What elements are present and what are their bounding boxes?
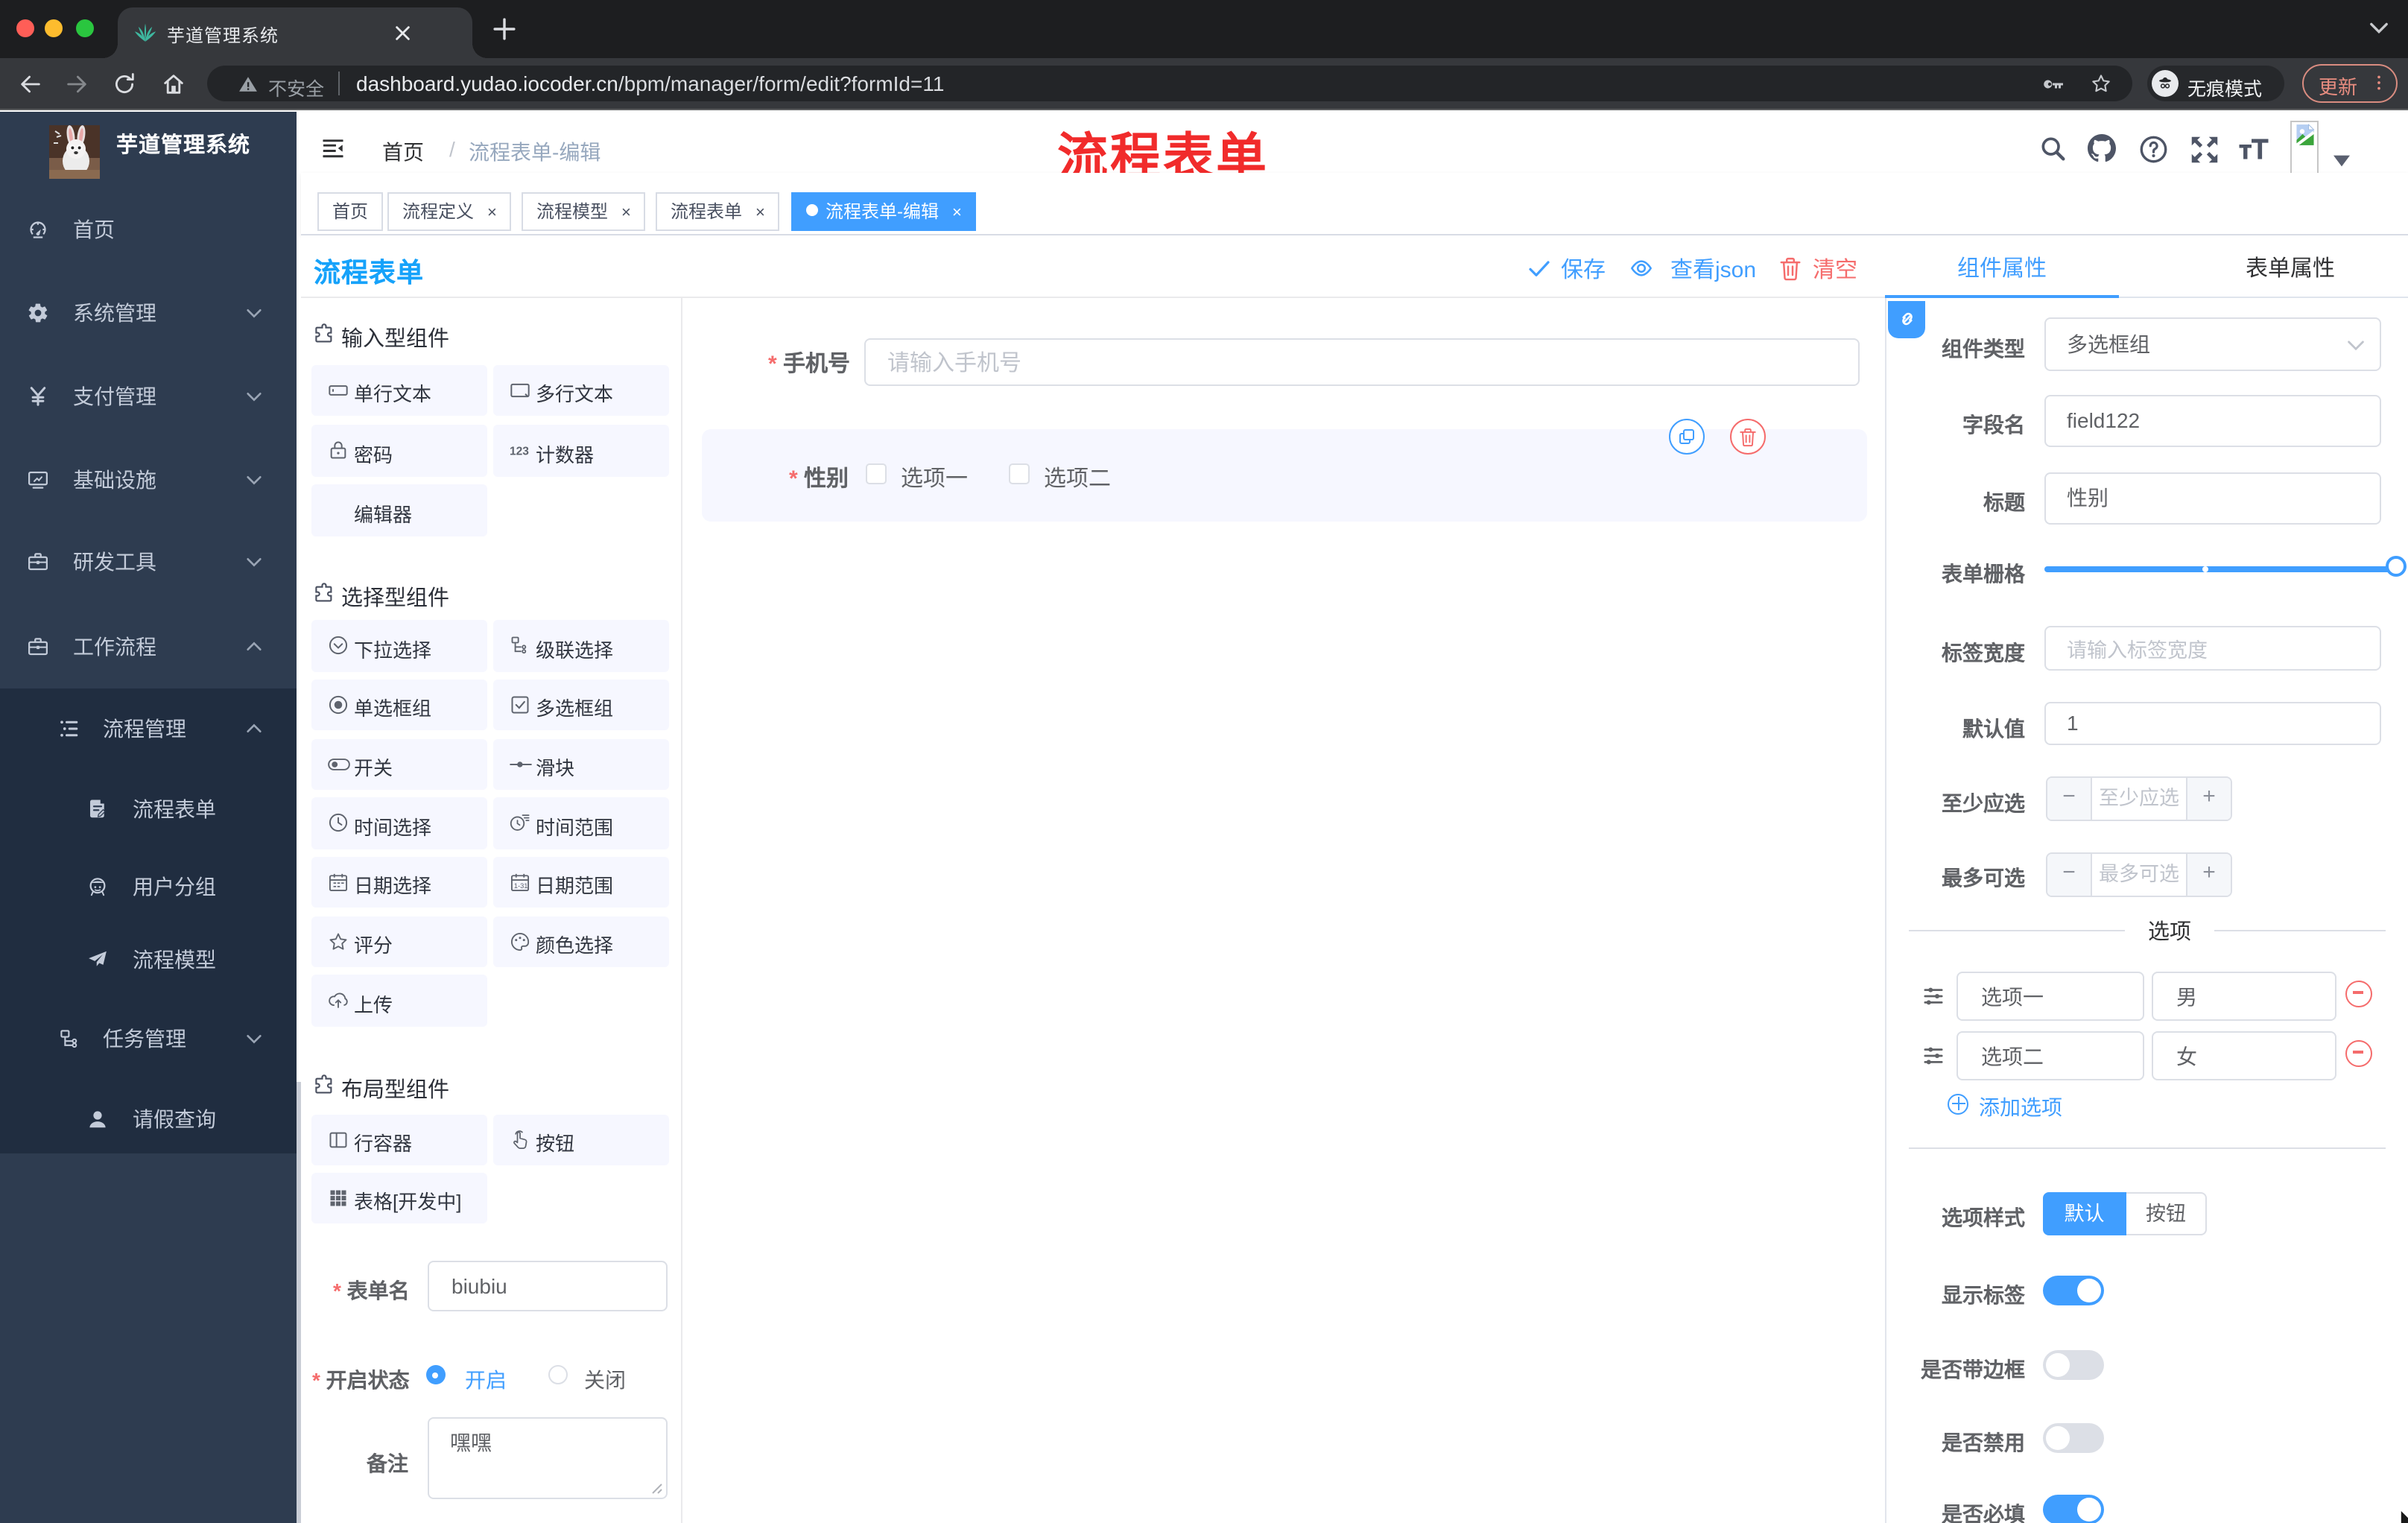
svg-text:123: 123: [509, 445, 528, 457]
svg-text:1-31: 1-31: [513, 881, 527, 889]
